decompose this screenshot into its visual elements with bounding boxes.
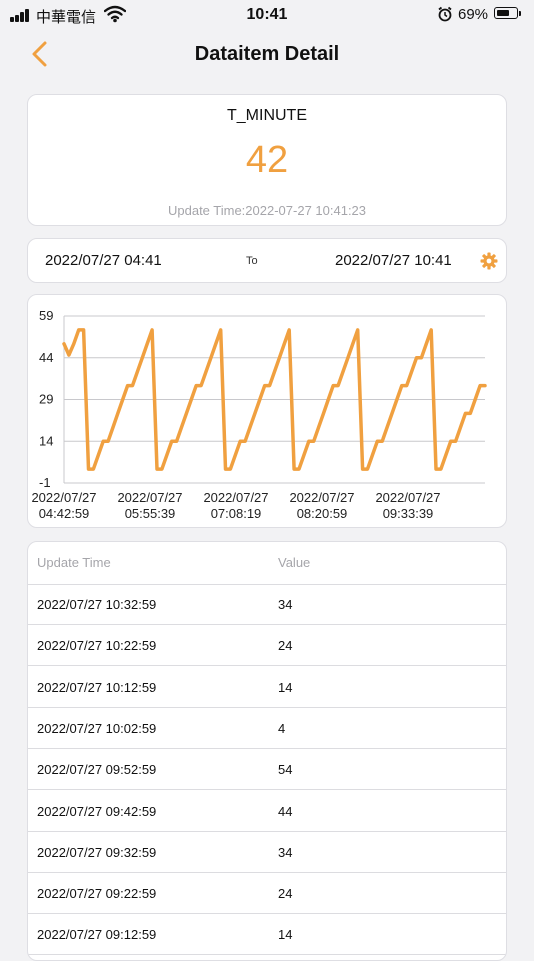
page-title: Dataitem Detail — [194, 43, 340, 65]
battery-percent: 69% — [458, 6, 489, 23]
row-value: 4 — [278, 720, 286, 736]
x-tick-label: 09:33:39 — [383, 506, 434, 521]
table-row[interactable]: 2022/07/27 10:02:59 4 — [28, 708, 506, 749]
table-row[interactable]: 2022/07/27 09:22:59 24 — [28, 873, 506, 915]
x-tick-label: 2022/07/27 — [117, 490, 182, 505]
x-tick-label: 08:20:59 — [297, 506, 348, 521]
row-update-time: 2022/07/27 09:12:59 — [37, 927, 157, 943]
row-value: 54 — [278, 762, 293, 778]
time-range-card: 2022/07/27 04:41 To 2022/07/27 10:41 — [27, 238, 507, 283]
alarm-clock-icon — [438, 6, 452, 22]
battery-level-fill — [496, 9, 509, 16]
row-update-time: 2022/07/27 09:42:59 — [37, 803, 157, 819]
table-row[interactable]: 2022/07/27 09:12:59 14 — [28, 914, 506, 956]
trend-chart: 59442914-12022/07/2704:42:592022/07/2705… — [31, 308, 487, 521]
x-tick-label: 07:08:19 — [211, 506, 262, 521]
table-row[interactable]: 2022/07/27 10:12:59 14 — [28, 667, 506, 708]
range-end-field[interactable]: 2022/07/27 10:41 — [335, 252, 452, 269]
history-list: Update Time Value 2022/07/27 10:32:59 34 2… — [27, 541, 507, 961]
row-update-time: 2022/07/27 09:52:59 — [37, 762, 157, 778]
gear-icon — [480, 252, 498, 270]
y-tick-label: 29 — [39, 392, 53, 407]
x-tick-label: 2022/07/27 — [31, 490, 96, 505]
row-value: 34 — [278, 597, 293, 612]
y-tick-label: 44 — [39, 350, 53, 365]
y-tick-label: 14 — [39, 433, 53, 448]
current-value-card: T_MINUTE 42 Update Time:2022-07-27 10:41… — [27, 94, 507, 226]
update-time: Update Time:2022-07-27 10:41:23 — [167, 203, 367, 218]
row-update-time: 2022/07/27 10:32:59 — [37, 597, 157, 612]
row-value: 14 — [278, 927, 293, 943]
status-bar: 中華電信 10:41 69% — [0, 0, 534, 30]
row-update-time: 2022/07/27 10:12:59 — [37, 679, 157, 695]
status-time: 10:41 — [246, 6, 288, 23]
table-row[interactable]: 2022/07/27 10:22:59 24 — [28, 625, 506, 667]
x-tick-label: 2022/07/27 — [203, 490, 268, 505]
table-row[interactable]: 2022/07/27 10:32:59 34 — [28, 584, 506, 625]
table-row[interactable]: 2022/07/27 09:52:59 54 — [28, 749, 506, 791]
row-update-time: 2022/07/27 09:32:59 — [37, 844, 157, 860]
row-update-time: 2022/07/27 10:22:59 — [37, 638, 157, 654]
range-to-label: To — [246, 255, 258, 267]
x-tick-label: 04:42:59 — [39, 506, 90, 521]
row-update-time: 2022/07/27 10:02:59 — [37, 720, 157, 736]
battery-cap — [519, 11, 521, 16]
trend-chart-card: 59 44 29 14 -1 2022/07/27 04:42:59 2022/07/27 05… — [27, 294, 507, 528]
history-header: Update Time Value — [28, 542, 506, 585]
row-value: 44 — [278, 803, 293, 819]
settings-button[interactable] — [480, 252, 498, 270]
item-value: 42 — [245, 139, 289, 181]
header-update-time: Update Time — [37, 555, 111, 570]
row-update-time: 2022/07/27 09:22:59 — [37, 886, 157, 902]
battery-icon — [494, 7, 518, 19]
table-row[interactable]: 2022/07/27 09:42:59 44 — [28, 791, 506, 832]
row-value: 24 — [278, 886, 293, 902]
row-value: 34 — [278, 844, 293, 860]
x-tick-label: 2022/07/27 — [375, 490, 440, 505]
header-value: Value — [278, 555, 311, 570]
y-tick-label: -1 — [39, 475, 51, 490]
x-tick-label: 2022/07/27 — [289, 490, 354, 505]
item-name: T_MINUTE — [227, 107, 307, 124]
row-value: 14 — [278, 679, 293, 695]
y-tick-label: 59 — [39, 308, 53, 323]
range-start-field[interactable]: 2022/07/27 04:41 — [45, 252, 162, 269]
table-row[interactable]: 2022/07/27 09:32:59 34 — [28, 832, 506, 873]
x-tick-label: 05:55:39 — [125, 506, 176, 521]
row-value: 24 — [278, 638, 293, 654]
